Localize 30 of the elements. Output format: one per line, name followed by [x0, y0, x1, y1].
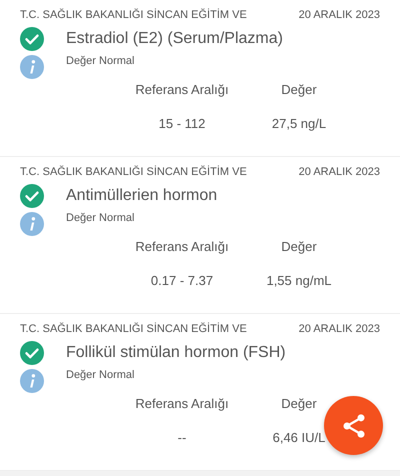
institution-name: T.C. SAĞLIK BAKANLIĞI SİNCAN EĞİTİM VE	[20, 166, 247, 178]
info-icon[interactable]	[20, 55, 44, 79]
column-header: Referans Aralığı	[134, 239, 230, 254]
result-card[interactable]: T.C. SAĞLIK BAKANLIĞI SİNCAN EĞİTİM VE 20 ARALIK 2023 Antimüllerien hormon Değer Normal Referans Aralığı Değer 0.17 - 7.37 1,55 ng/mL	[0, 157, 400, 314]
info-icon[interactable]	[20, 212, 44, 236]
result-value: 1,55 ng/mL	[265, 273, 333, 288]
result-note: Değer Normal	[66, 55, 134, 67]
reference-range: 0.17 - 7.37	[150, 273, 214, 288]
result-value: 27,5 ng/L	[270, 116, 328, 131]
column-header: Değer	[280, 239, 318, 254]
test-name: Follikül stimülan hormon (FSH)	[66, 344, 286, 362]
result-date: 20 ARALIK 2023	[298, 166, 380, 178]
reference-range: --	[176, 430, 188, 445]
share-button[interactable]	[324, 396, 383, 455]
column-header: Referans Aralığı	[134, 396, 230, 411]
column-header: Değer	[280, 396, 318, 411]
institution-name: T.C. SAĞLIK BAKANLIĞI SİNCAN EĞİTİM VE	[20, 323, 247, 335]
result-note: Değer Normal	[66, 212, 134, 224]
column-header: Değer	[280, 82, 318, 97]
info-icon[interactable]	[20, 369, 44, 393]
result-value: 6,46 IU/L	[272, 430, 326, 445]
column-header: Referans Aralığı	[134, 82, 230, 97]
result-note: Değer Normal	[66, 369, 134, 381]
result-date: 20 ARALIK 2023	[298, 323, 380, 335]
reference-range: 15 - 112	[158, 116, 206, 131]
result-card[interactable]: T.C. SAĞLIK BAKANLIĞI SİNCAN EĞİTİM VE 20 ARALIK 2023 Estradiol (E2) (Serum/Plazma) Değer Normal Referans Aralığı Değer 15 - 112 27,5 ng/L	[0, 0, 400, 157]
result-date: 20 ARALIK 2023	[298, 9, 380, 21]
test-name: Estradiol (E2) (Serum/Plazma)	[66, 30, 283, 48]
test-name: Antimüllerien hormon	[66, 187, 218, 205]
institution-name: T.C. SAĞLIK BAKANLIĞI SİNCAN EĞİTİM VE	[20, 9, 247, 21]
